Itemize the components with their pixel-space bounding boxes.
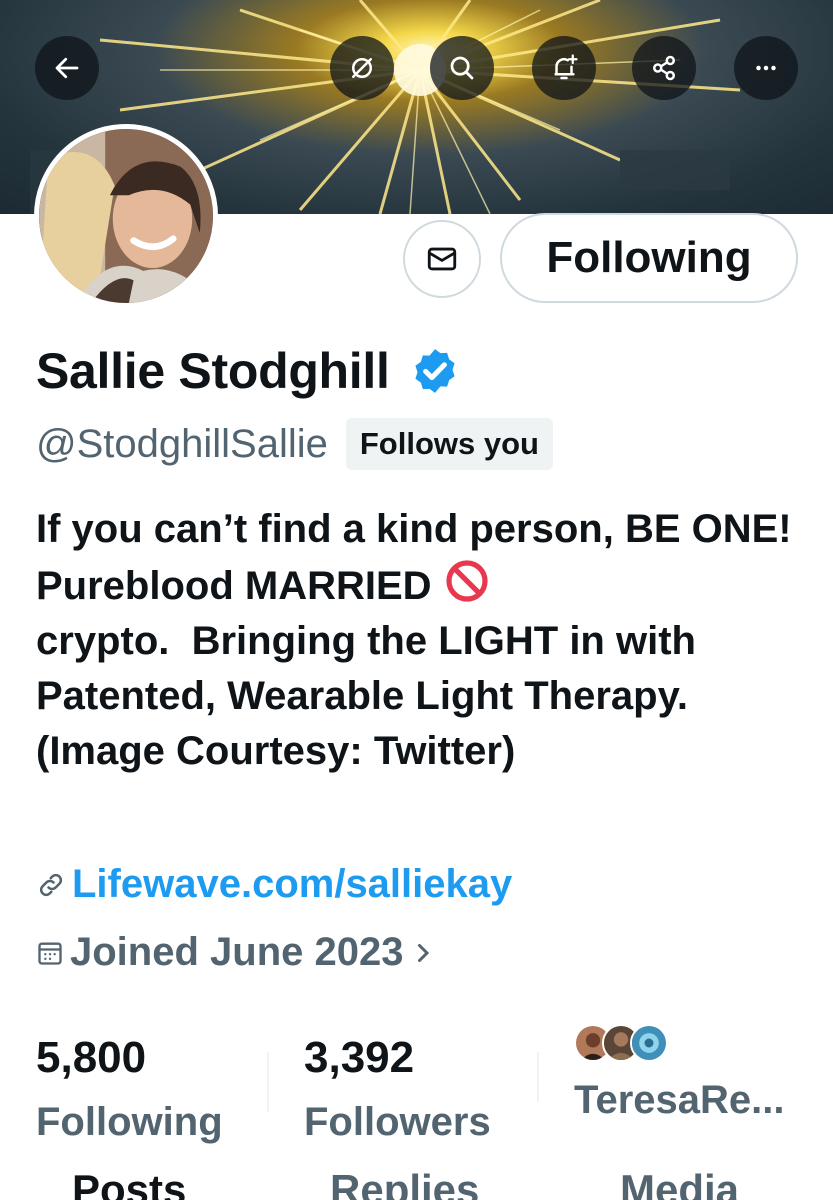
following-label: Following — [36, 1100, 223, 1144]
joined-row[interactable]: Joined June 2023 — [36, 930, 433, 975]
mutual-avatar — [630, 1024, 668, 1062]
avatar-image — [39, 129, 213, 303]
following-count: 5,800 — [36, 1033, 147, 1082]
stats-divider — [537, 1052, 539, 1102]
mutual-avatars — [574, 1024, 785, 1062]
chevron-right-icon — [418, 943, 430, 962]
avatar[interactable] — [34, 124, 218, 308]
link-icon — [39, 873, 63, 896]
mutual-follower-name: TeresaRe... — [574, 1078, 785, 1122]
following-stat[interactable]: 5,800 Following — [36, 1032, 223, 1146]
handle-row: @StodghillSallie Follows you — [36, 418, 553, 470]
more-button[interactable] — [734, 36, 798, 100]
notifications-button[interactable] — [532, 36, 596, 100]
verified-badge-icon[interactable] — [410, 346, 460, 396]
search-button[interactable] — [430, 36, 494, 100]
website-link[interactable]: Lifewave.com/salliekay — [72, 862, 512, 907]
bio-text-1: If you can’t find a kind person, BE ONE!… — [36, 507, 803, 608]
envelope-icon — [427, 247, 457, 271]
search-icon — [450, 56, 474, 80]
followers-label: Followers — [304, 1100, 491, 1144]
website-row: Lifewave.com/salliekay — [36, 862, 512, 907]
profile-tabs: Posts Replies Media — [0, 1166, 833, 1200]
share-icon — [652, 55, 675, 81]
following-button[interactable]: Following — [500, 213, 798, 303]
name-row: Sallie Stodghill — [36, 342, 460, 400]
bio-text-2: crypto. Bringing the LIGHT in with Paten… — [36, 619, 696, 773]
calendar-icon — [38, 942, 62, 965]
tab-replies[interactable]: Replies — [330, 1166, 479, 1200]
grok-icon — [352, 58, 372, 78]
bio: If you can’t find a kind person, BE ONE!… — [36, 502, 806, 779]
more-icon — [756, 65, 776, 71]
share-button[interactable] — [632, 36, 696, 100]
followers-count: 3,392 — [304, 1033, 415, 1082]
follows-you-badge: Follows you — [345, 418, 553, 470]
grok-button[interactable] — [330, 36, 394, 100]
username-handle: @StodghillSallie — [36, 421, 328, 466]
display-name: Sallie Stodghill — [36, 343, 390, 399]
followers-stat[interactable]: 3,392 Followers — [304, 1032, 491, 1146]
prohibited-icon — [446, 560, 488, 602]
tab-media[interactable]: Media — [620, 1166, 739, 1200]
back-button[interactable] — [35, 36, 99, 100]
stats-divider — [267, 1052, 269, 1112]
mutual-followers[interactable]: TeresaRe... — [574, 1024, 785, 1123]
message-button[interactable] — [403, 220, 481, 298]
arrow-left-icon — [55, 57, 79, 79]
bell-plus-icon — [554, 54, 578, 80]
joined-date: Joined June 2023 — [70, 930, 404, 974]
tab-posts[interactable]: Posts — [72, 1166, 186, 1200]
